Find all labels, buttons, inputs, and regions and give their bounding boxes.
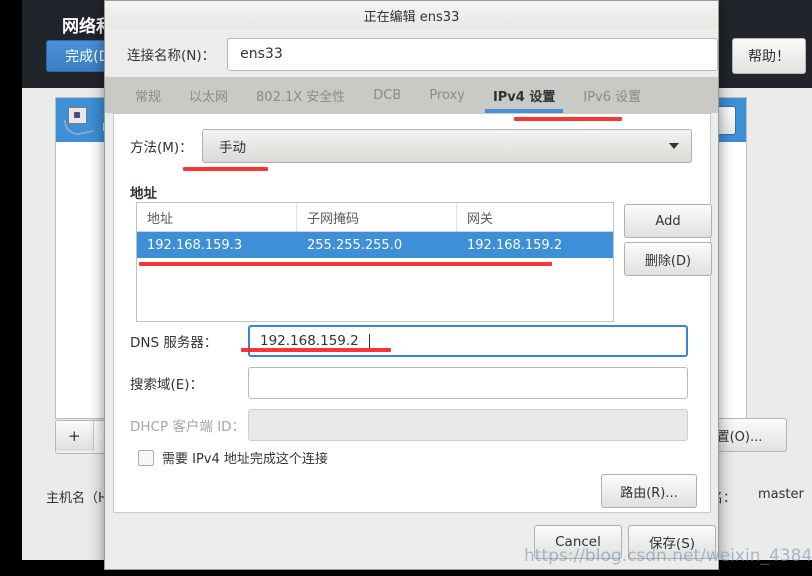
help-button[interactable]: 帮助！ <box>732 38 806 74</box>
edit-connection-dialog: 正在编辑 ens33 连接名称(N)： ens33 常规 以太网 802.1X … <box>104 0 719 570</box>
table-row[interactable]: 192.168.159.3 255.255.255.0 192.168.159.… <box>137 232 613 258</box>
watermark: https://blog.csdn.net/weixin_43849575 <box>524 546 812 566</box>
chevron-down-icon <box>669 143 679 149</box>
annotation-underline-ipv4-tab <box>514 117 622 121</box>
screen: 网络和主机名 装 完成(D) 帮助！ 以太网 Intel + - 配置(O) <box>0 0 812 576</box>
routes-button[interactable]: 路由(R)... <box>601 474 697 508</box>
dns-servers-input[interactable]: 192.168.159.2 <box>248 325 688 357</box>
tab-8021x-security[interactable]: 802.1X 安全性 <box>242 77 359 113</box>
dns-servers-label: DNS 服务器： <box>130 335 218 351</box>
column-header-address: 地址 <box>137 203 297 231</box>
add-address-button[interactable]: Add <box>624 204 712 238</box>
tab-proxy[interactable]: Proxy <box>415 77 479 113</box>
search-domains-row: 搜索域(E)： <box>130 366 696 400</box>
cell-gateway: 192.168.159.2 <box>467 237 563 253</box>
text-cursor <box>368 333 370 349</box>
dialog-title: 正在编辑 ens33 <box>363 9 460 25</box>
dns-servers-row: DNS 服务器： 192.168.159.2 <box>130 324 696 358</box>
ethernet-icon <box>63 105 94 138</box>
tab-ipv4-settings[interactable]: IPv4 设置 <box>479 77 569 113</box>
method-dropdown[interactable]: 手动 <box>202 129 692 163</box>
annotation-underline-method <box>183 167 268 171</box>
connection-name-input[interactable]: ens33 <box>227 37 718 71</box>
add-connection-button[interactable]: + <box>56 421 93 451</box>
method-row: 方法(M)： 手动 <box>130 128 696 164</box>
connection-name-label: 连接名称(N)： <box>127 48 216 64</box>
tab-bar: 常规 以太网 802.1X 安全性 DCB Proxy IPv4 设置 IPv6… <box>105 77 718 113</box>
connection-name-value: ens33 <box>240 46 283 62</box>
tab-ethernet[interactable]: 以太网 <box>175 77 242 113</box>
require-ipv4-checkbox[interactable] <box>138 449 154 466</box>
column-header-netmask: 子网掩码 <box>297 203 457 231</box>
dns-servers-value: 192.168.159.2 <box>260 333 359 349</box>
cell-address: 192.168.159.3 <box>147 237 243 253</box>
table-header-row: 地址 子网掩码 网关 <box>137 203 613 232</box>
column-header-gateway: 网关 <box>467 211 494 227</box>
addresses-section-title: 地址 <box>130 186 157 202</box>
search-domains-input[interactable] <box>248 367 688 399</box>
method-value: 手动 <box>219 140 246 156</box>
search-domains-label: 搜索域(E)： <box>130 377 204 393</box>
dhcp-client-id-input <box>248 409 688 441</box>
dialog-titlebar: 正在编辑 ens33 <box>105 1 718 29</box>
require-ipv4-row[interactable]: 需要 IPv4 地址完成这个连接 <box>138 448 328 467</box>
require-ipv4-label: 需要 IPv4 地址完成这个连接 <box>162 452 328 467</box>
ipv4-settings-panel: 方法(M)： 手动 地址 地址 子网掩码 网关 192.168.159.3 25… <box>113 113 712 513</box>
cell-netmask: 255.255.255.0 <box>307 237 403 253</box>
tab-ipv6-settings[interactable]: IPv6 设置 <box>569 77 655 113</box>
current-hostname-value: master <box>758 487 804 502</box>
dhcp-client-id-row: DHCP 客户端 ID： <box>130 408 696 442</box>
annotation-underline-address-row <box>139 262 552 266</box>
connection-name-row: 连接名称(N)： ens33 <box>105 31 718 77</box>
annotation-underline-dns <box>241 348 391 352</box>
method-label: 方法(M)： <box>130 140 193 156</box>
tab-dcb[interactable]: DCB <box>359 77 415 113</box>
delete-address-button[interactable]: 删除(D) <box>624 242 712 276</box>
tab-general[interactable]: 常规 <box>121 77 175 113</box>
dhcp-client-id-label: DHCP 客户端 ID： <box>130 419 246 435</box>
